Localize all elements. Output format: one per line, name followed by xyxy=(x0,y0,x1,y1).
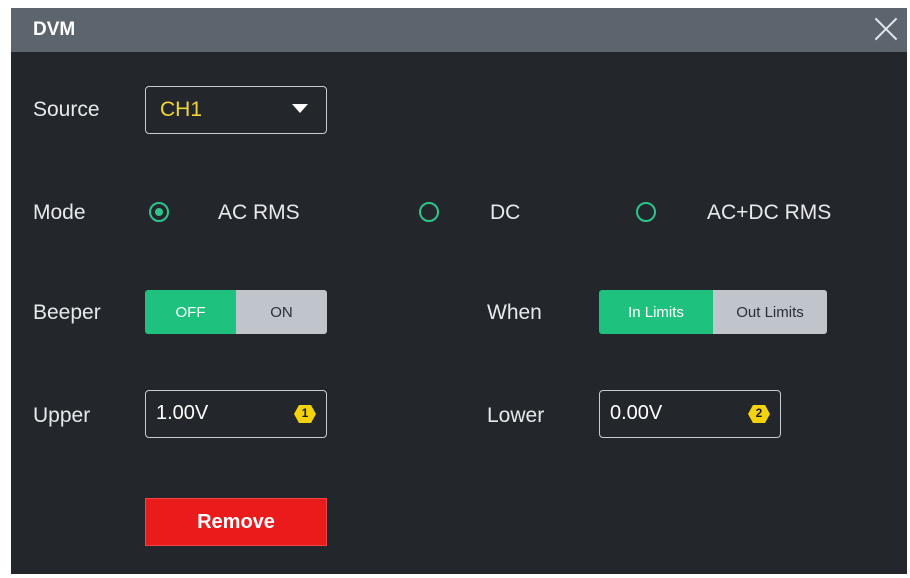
hexagon-badge-icon: 2 xyxy=(748,404,770,424)
upper-value: 1.00V xyxy=(156,402,209,424)
when-toggle[interactable]: In Limits Out Limits xyxy=(599,290,827,334)
beeper-label: Beeper xyxy=(33,301,101,324)
mode-radio-dc[interactable] xyxy=(419,202,439,222)
hexagon-badge-icon: 1 xyxy=(294,404,316,424)
mode-label: Mode xyxy=(33,201,86,224)
upper-knob-number: 1 xyxy=(301,406,309,420)
source-value: CH1 xyxy=(160,98,203,121)
source-dropdown[interactable]: CH1 xyxy=(145,86,327,134)
beeper-off-option[interactable]: OFF xyxy=(145,290,236,334)
lower-value: 0.00V xyxy=(610,402,663,424)
beeper-toggle[interactable]: OFF ON xyxy=(145,290,327,334)
beeper-on-option[interactable]: ON xyxy=(236,290,327,334)
mode-option-ac-rms-label: AC RMS xyxy=(218,201,300,224)
close-icon[interactable] xyxy=(873,16,899,42)
upper-input[interactable]: 1.00V 1 xyxy=(145,390,327,438)
when-out-limits-option[interactable]: Out Limits xyxy=(713,290,827,334)
lower-input[interactable]: 0.00V 2 xyxy=(599,390,781,438)
caret-down-icon xyxy=(292,104,308,113)
upper-label: Upper xyxy=(33,404,91,427)
remove-button[interactable]: Remove xyxy=(145,498,327,546)
title-bar: DVM xyxy=(11,8,907,52)
mode-option-dc-label: DC xyxy=(490,201,521,224)
mode-radio-ac-rms[interactable] xyxy=(149,202,169,222)
when-label: When xyxy=(487,301,542,324)
dialog-title: DVM xyxy=(33,19,76,40)
when-in-limits-option[interactable]: In Limits xyxy=(599,290,713,334)
lower-knob-number: 2 xyxy=(755,406,763,420)
mode-option-ac-dc-rms-label: AC+DC RMS xyxy=(707,201,832,224)
lower-label: Lower xyxy=(487,404,545,427)
mode-radio-ac-dc-rms[interactable] xyxy=(636,202,656,222)
dvm-dialog: DVM Source CH1 Mode AC RMS DC AC+DC RMS … xyxy=(11,8,907,574)
source-label: Source xyxy=(33,98,100,121)
